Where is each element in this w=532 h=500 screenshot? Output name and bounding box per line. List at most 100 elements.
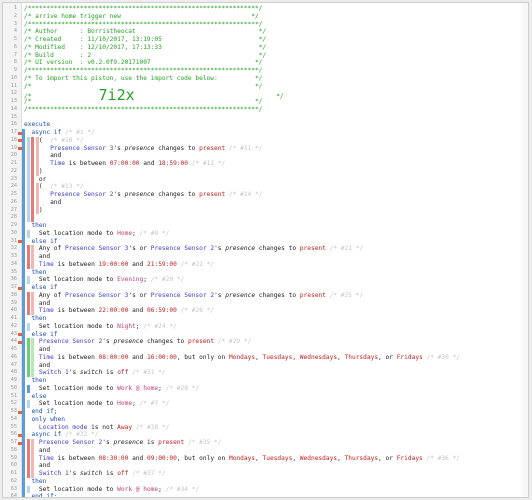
code-line[interactable]: 50 Set location mode to Work @ home; /* … — [3, 385, 528, 393]
code-line[interactable]: 9 /**************************************… — [3, 67, 528, 75]
code-line[interactable]: 62 then — [3, 478, 528, 486]
line-number: 28 — [10, 214, 17, 221]
code-line[interactable]: 55 Location mode is not Away /* #38 */ — [3, 424, 528, 432]
code-text: else — [24, 392, 47, 400]
code-text: Presence Sensor 2's presence changes to … — [38, 338, 252, 346]
line-number: 39 — [10, 299, 17, 306]
code-text: and — [50, 198, 62, 206]
code-line[interactable]: 12/* 7i2x */ — [3, 88, 528, 103]
code-line[interactable]: 20 and — [3, 152, 528, 160]
code-line[interactable]: 38 Any of Presence Sensor 3's or Presenc… — [3, 292, 528, 300]
piston-code-editor[interactable]: 1 /**************************************… — [2, 2, 529, 498]
code-line[interactable]: 51 else — [3, 393, 528, 401]
code-line[interactable]: 59 Time is between 08:30:00 and 09:00:00… — [3, 455, 528, 463]
code-line[interactable]: 35 then — [3, 269, 528, 277]
line-number: 57 — [10, 439, 17, 445]
code-line[interactable]: 1 /**************************************… — [3, 5, 528, 13]
code-line[interactable]: 32 Any of Presence Sensor 3's or Presenc… — [3, 245, 528, 253]
code-line[interactable]: 39 and — [3, 300, 528, 308]
code-text: /* Author : Borristheocat */ — [24, 28, 267, 36]
code-line[interactable]: 11 /* */ — [3, 83, 528, 91]
line-number: 36 — [10, 276, 17, 283]
code-line[interactable]: 19 Presence Sensor 3's presence changes … — [3, 145, 528, 153]
code-line[interactable]: 64 end if; — [3, 493, 528, 497]
code-line[interactable]: 42 Set location mode to Night; /* #24 */ — [3, 323, 528, 331]
line-number: 62 — [10, 477, 17, 484]
code-line[interactable]: 46 Time is between 08:00:00 and 16:00:00… — [3, 354, 528, 362]
code-text: else if — [24, 330, 58, 338]
code-text: Time is between 22:00:00 and 06:59:00 /*… — [38, 307, 215, 315]
code-line[interactable]: 44 Presence Sensor 2's presence changes … — [3, 338, 528, 346]
line-number: 27 — [10, 206, 17, 213]
code-line[interactable]: 48 Switch 1's switch is off /* #31 */ — [3, 369, 528, 377]
code-text: execute — [24, 121, 51, 129]
code-line[interactable]: 10 /* To import this piston, use the impo… — [3, 75, 528, 83]
code-line[interactable]: 40 Time is between 22:00:00 and 06:59:00… — [3, 307, 528, 315]
code-text: and — [38, 299, 51, 307]
code-line[interactable]: 27 ) — [3, 207, 528, 215]
code-line[interactable]: 5 /* Created : 11/10/2017, 13:19:05 */ — [3, 36, 528, 44]
code-line[interactable]: 15 — [3, 114, 528, 122]
line-number: 9 — [13, 67, 17, 73]
line-number: 45 — [10, 346, 17, 352]
code-line[interactable]: 43 else if — [3, 331, 528, 339]
code-line[interactable]: 61 Switch 1's switch is off /* #37 */ — [3, 470, 528, 478]
code-line[interactable]: 29 then — [3, 222, 528, 230]
line-number: 15 — [10, 113, 17, 120]
code-line[interactable]: 28 — [3, 214, 528, 222]
code-line[interactable]: 2 /* arrive home trigger new */ — [3, 13, 528, 21]
code-line[interactable]: 24 ( /* #13 */ — [3, 183, 528, 191]
code-line[interactable]: 33 and — [3, 253, 528, 261]
code-text: ) — [24, 167, 43, 175]
code-line[interactable]: 16 execute — [3, 121, 528, 129]
code-line[interactable]: 58 and — [3, 447, 528, 455]
code-text: else if — [24, 284, 58, 291]
line-number: 48 — [10, 369, 17, 376]
code-text: Set location mode to Home; /* #7 */ — [38, 400, 170, 408]
code-text: then — [24, 222, 47, 229]
line-number: 20 — [10, 152, 17, 159]
code-line[interactable]: 3 /**************************************… — [3, 21, 528, 29]
code-line[interactable]: 49 then — [3, 377, 528, 385]
code-line[interactable]: 36 Set location mode to Evening; /* #20 … — [3, 276, 528, 284]
line-number: 51 — [10, 392, 17, 399]
code-line[interactable]: 34 Time is between 19:00:00 and 21:59:00… — [3, 261, 528, 269]
code-line[interactable]: 8 /* UI version : v0.2.0f9.20171007 */ — [3, 59, 528, 67]
code-line[interactable]: 56 async if /* #32 */ — [3, 431, 528, 439]
code-line[interactable]: 14 /*************************************… — [3, 106, 528, 114]
code-line[interactable]: 37 else if — [3, 284, 528, 292]
code-line[interactable]: 25 Presence Sensor 2's presence changes … — [3, 191, 528, 199]
code-text: and — [38, 253, 51, 260]
code-line[interactable]: 45 and — [3, 346, 528, 354]
code-line[interactable]: 31 else if — [3, 238, 528, 246]
code-line[interactable]: 21 Time is between 07:00:00 and 18:59:00… — [3, 160, 528, 168]
code-line[interactable]: 54 only when — [3, 416, 528, 424]
code-text: Time is between 07:00:00 and 18:59:00 /*… — [50, 160, 226, 167]
line-number: 41 — [10, 315, 17, 321]
line-number: 33 — [10, 253, 17, 259]
line-number: 59 — [10, 454, 17, 461]
code-line[interactable]: 30 Set location mode to Home; /* #9 */ — [3, 230, 528, 238]
code-line[interactable]: 63 Set location mode to Work @ home; /* … — [3, 486, 528, 494]
code-line[interactable]: 17 async if /* #1 */ — [3, 129, 528, 137]
code-text: /* Modified : 12/10/2017, 17:13:33 */ — [24, 43, 267, 51]
scrollbar-track[interactable] — [522, 3, 528, 497]
code-line[interactable]: 22 ) — [3, 168, 528, 176]
code-line[interactable]: 4 /* Author : Borristheocat */ — [3, 28, 528, 36]
line-number: 49 — [10, 377, 17, 383]
code-line[interactable]: 60 and — [3, 462, 528, 470]
code-line[interactable]: 6 /* Modified : 12/10/2017, 17:13:33 */ — [3, 44, 528, 52]
code-line[interactable]: 18 ( /* #10 */ — [3, 137, 528, 145]
code-line[interactable]: 57 Presence Sensor 2's presence is prese… — [3, 439, 528, 447]
line-number: 21 — [10, 160, 17, 166]
line-number: 40 — [10, 307, 17, 314]
code-line[interactable]: 23 or — [3, 176, 528, 184]
code-line[interactable]: 26 and — [3, 199, 528, 207]
code-text: and — [50, 152, 62, 160]
code-line[interactable]: 13 /* */ — [3, 98, 528, 106]
code-line[interactable]: 41 then — [3, 315, 528, 323]
code-line[interactable]: 52 Set location mode to Home; /* #7 */ — [3, 400, 528, 408]
code-line[interactable]: 53 end if; — [3, 408, 528, 416]
code-line[interactable]: 7 /* Build : 2 */ — [3, 52, 528, 60]
code-text: Time is between 19:00:00 and 21:59:00 /*… — [38, 260, 215, 268]
